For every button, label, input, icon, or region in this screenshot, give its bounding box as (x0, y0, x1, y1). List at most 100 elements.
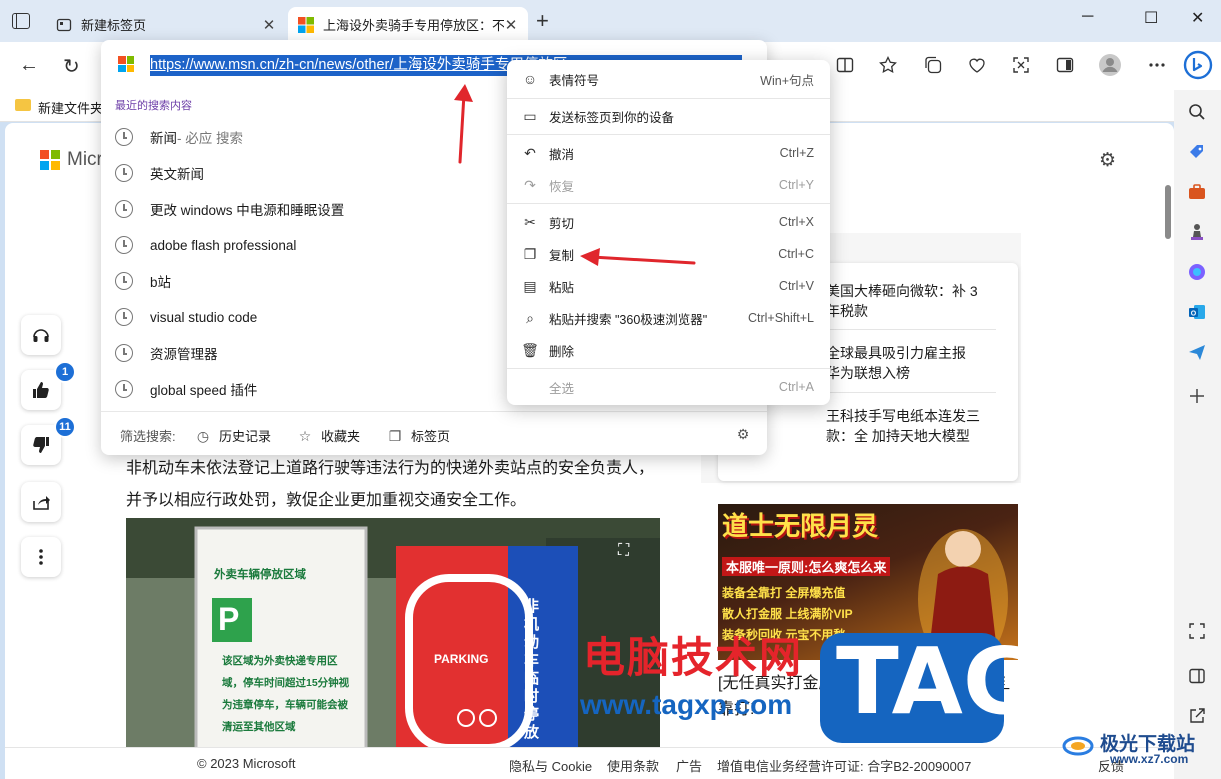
filter-tabs[interactable]: ❐ 标签页 (387, 426, 450, 445)
menu-item-send-tab[interactable]: ▭ 发送标签页到你的设备 (507, 102, 830, 130)
tab-new-tab[interactable]: 新建标签页 ✕ (46, 7, 286, 42)
privacy-link[interactable]: 隐私与 Cookie (509, 756, 592, 775)
close-tab-icon[interactable]: ✕ (262, 16, 276, 34)
filter-label: 筛选搜索: (120, 429, 176, 444)
filter-favorites-label: 收藏夹 (321, 429, 361, 444)
menu-item-delete[interactable]: 🗑 删除 (507, 336, 830, 364)
profile-avatar[interactable] (1098, 53, 1121, 76)
menu-item-copy[interactable]: ❐ 复制 Ctrl+C (507, 240, 830, 268)
menu-label: 撤消 (549, 147, 575, 162)
terms-link[interactable]: 使用条款 (607, 756, 659, 775)
browser-essentials-icon[interactable] (967, 55, 987, 75)
devices-icon: ▭ (523, 108, 537, 124)
maximize-icon[interactable]: ☐ (1144, 8, 1158, 28)
suggestion-item[interactable]: adobe flash professional (115, 230, 515, 260)
suggestion-item[interactable]: 新闻 - 必应 搜索 (115, 122, 515, 152)
menu-item-paste[interactable]: ▤ 粘贴 Ctrl+V (507, 272, 830, 300)
open-external-icon[interactable] (1187, 706, 1207, 726)
redo-icon: ↷ (524, 177, 536, 193)
suggestion-item[interactable]: global speed 插件 (115, 374, 515, 404)
undo-icon: ↶ (524, 145, 536, 161)
ads-link[interactable]: 广告 (676, 756, 702, 775)
menu-shortcut: Win+句点 (760, 73, 814, 88)
tabs-icon: ❐ (388, 427, 402, 444)
svg-text:P: P (218, 601, 239, 637)
menu-label: 剪切 (549, 216, 575, 231)
sign-body: 该区域为外卖快递专用区域，停车时间超过15分钟视为违章停车，车辆可能会被清运至其… (222, 655, 350, 733)
suggestion-item[interactable]: visual studio code (115, 302, 515, 332)
menu-label: 发送标签页到你的设备 (549, 110, 675, 125)
menu-item-cut[interactable]: ✂ 剪切 Ctrl+X (507, 208, 830, 236)
m365-icon[interactable] (1187, 262, 1207, 282)
ad-subtitle: 本服唯一原则:怎么爽怎么来 (722, 557, 891, 576)
back-icon[interactable]: ← (19, 54, 39, 77)
suggestion-item[interactable]: 更改 windows 中电源和睡眠设置 (115, 194, 515, 224)
suggestion-item[interactable]: b站 (115, 266, 515, 296)
add-icon[interactable] (1187, 386, 1207, 406)
favorites-folder[interactable]: 新建文件夹 (38, 98, 103, 117)
tools-briefcase-icon[interactable] (1187, 182, 1207, 202)
menu-shortcut: Ctrl+Shift+L (747, 311, 814, 325)
suggestion-text: global speed 插件 (150, 383, 258, 398)
menu-divider (507, 368, 830, 369)
search-settings-icon[interactable]: ⚙ (735, 426, 759, 442)
suggestion-text: 英文新闻 (150, 167, 204, 182)
more-menu-icon[interactable] (1147, 55, 1167, 75)
page-settings-icon[interactable]: ⚙ (1099, 149, 1116, 172)
outlook-icon[interactable]: O (1187, 302, 1207, 322)
bing-copilot-icon[interactable] (1183, 50, 1213, 80)
collections-icon[interactable] (923, 55, 943, 75)
tab-article[interactable]: 上海设外卖骑手专用停放区：不再 ✕ (288, 7, 528, 42)
menu-label: 复制 (549, 248, 575, 263)
sign-title: 外卖车辆停放区域 (214, 569, 306, 581)
vertical-sign-text: 非机动车临时停放 (524, 598, 540, 741)
send-icon[interactable] (1187, 342, 1207, 362)
split-screen-icon[interactable] (835, 55, 855, 75)
menu-item-paste-search[interactable]: ⌕ 粘贴并搜索 "360极速浏览器" Ctrl+Shift+L (507, 304, 830, 332)
ad-title: 道士无限月灵 (722, 511, 879, 541)
tab-actions-icon[interactable] (12, 13, 30, 29)
menu-item-undo[interactable]: ↶ 撤消 Ctrl+Z (507, 139, 830, 167)
shopping-tag-icon[interactable] (1187, 142, 1207, 162)
news-item[interactable]: 全球最具吸引力雇主报 华为联想入榜 (826, 343, 981, 383)
microsoft-favicon-icon (298, 16, 314, 33)
suggestion-item[interactable]: 资源管理器 (115, 338, 515, 368)
share-button[interactable] (21, 482, 61, 522)
menu-item-emoji[interactable]: ☺ 表情符号 Win+句点 (507, 65, 830, 93)
filter-favorites[interactable]: ☆ 收藏夹 (297, 426, 360, 445)
close-window-icon[interactable]: ✕ (1191, 8, 1204, 28)
context-menu: ☺ 表情符号 Win+句点 ▭ 发送标签页到你的设备 ↶ 撤消 Ctrl+Z ↷ 恢复 Ctr… (507, 60, 830, 405)
news-item[interactable]: 王科技手写电纸本连发三款：全 加持天地大模型 (826, 406, 981, 446)
license-link[interactable]: 增值电信业务经营许可证: 合字B2-20090007 (717, 756, 971, 775)
fullscreen-icon[interactable]: ⛶ (618, 542, 629, 560)
refresh-icon[interactable]: ↻ (63, 54, 80, 79)
favorites-icon[interactable] (878, 55, 898, 75)
divider (826, 329, 996, 330)
minimize-icon[interactable]: ─ (1082, 8, 1093, 26)
new-tab-button[interactable]: + (536, 10, 549, 32)
games-chess-icon[interactable] (1187, 222, 1207, 242)
suggestion-source: - 必应 搜索 (177, 131, 243, 146)
hide-sidebar-icon[interactable] (1187, 666, 1207, 686)
ad-line: 散人打金服 上线满阶VIP (722, 607, 853, 621)
suggestion-text: visual studio code (150, 309, 258, 325)
listen-headphones-button[interactable] (21, 315, 61, 355)
folder-icon (15, 99, 31, 111)
menu-divider (507, 134, 830, 135)
news-item[interactable]: 美国大棒砸向微软：补 3年税款 (826, 281, 981, 321)
sidebar-toggle-icon[interactable] (1055, 55, 1075, 75)
search-icon[interactable] (1187, 102, 1207, 122)
page-scrollbar[interactable] (1165, 185, 1171, 239)
suggestion-item[interactable]: 英文新闻 (115, 158, 515, 188)
more-options-button[interactable] (21, 537, 61, 577)
filter-history[interactable]: ◷ 历史记录 (195, 426, 271, 445)
screenshot-icon[interactable] (1011, 55, 1031, 75)
tag-logo-text: TAG (836, 628, 1039, 735)
microsoft-logo[interactable] (40, 150, 60, 170)
watermark-url: www.tagxp.com (580, 689, 793, 720)
sidebar-screenshot-icon[interactable] (1187, 621, 1207, 641)
history-icon (115, 272, 133, 290)
tab-label: 新建标签页 (81, 18, 147, 33)
close-tab-icon[interactable]: ✕ (504, 16, 518, 34)
tab-label: 上海设外卖骑手专用停放区：不再 (323, 18, 504, 33)
